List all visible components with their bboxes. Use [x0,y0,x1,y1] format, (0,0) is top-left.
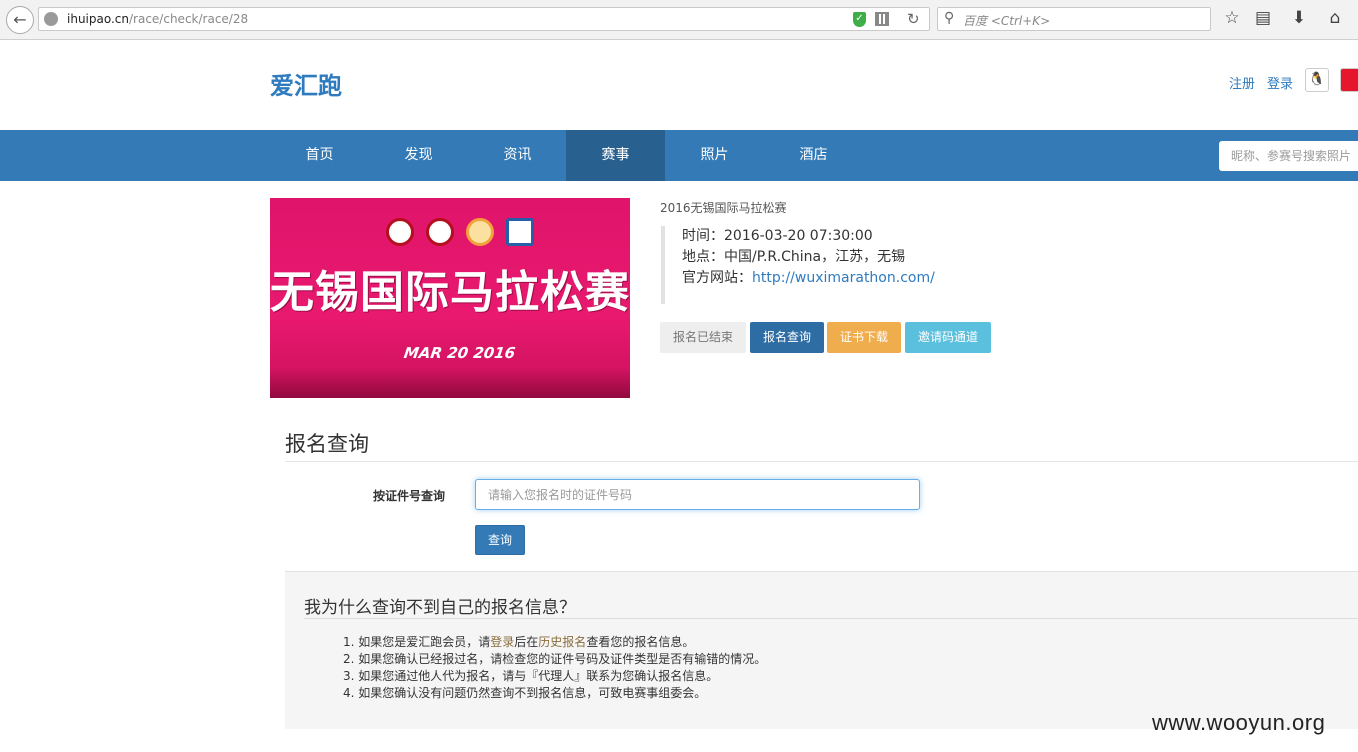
nav-item-home[interactable]: 首页 [270,130,369,181]
divider [304,618,1358,619]
nav-item-photos[interactable]: 照片 [665,130,764,181]
divider [285,461,1358,462]
weibo-icon[interactable] [1340,68,1358,92]
address-bar[interactable]: ihuipao.cn/race/check/race/28 ✓ ↻ [38,7,930,31]
back-icon[interactable]: ← [6,6,34,34]
banner-crowd [270,368,630,398]
id-number-input[interactable] [475,479,920,510]
browser-search-field[interactable]: ⚲ 百度 <Ctrl+K> [937,7,1211,31]
help-item: 4. 如果您确认没有问题仍然查询不到报名信息，可致电赛事组委会。 [343,686,707,700]
help-item: 3. 如果您通过他人代为报名，请与『代理人』联系为您确认报名信息。 [343,669,719,683]
photo-search-input[interactable]: 昵称、参赛号搜索照片 [1219,141,1358,171]
nav-item-hotels[interactable]: 酒店 [764,130,863,181]
race-place: 地点：中国/P.R.China，江苏，无锡 [682,249,906,265]
search-icon: ⚲ [944,10,955,26]
site-logo[interactable]: 爱汇跑 [270,66,342,101]
home-icon[interactable]: ⌂ [1324,8,1346,28]
register-link[interactable]: 注册 [1229,73,1255,92]
watermark: www.wooyun.org [1152,710,1326,735]
help-list: 1. 如果您是爱汇跑会员，请登录后在历史报名查看您的报名信息。 2. 如果您确认… [343,634,766,702]
nav-item-races[interactable]: 赛事 [566,130,665,181]
banner-logos [386,218,546,250]
qq-icon[interactable]: 🐧 [1305,68,1329,92]
official-site-link[interactable]: http://wuximarathon.com/ [752,270,935,286]
login-link[interactable]: 登录 [490,635,514,649]
caa-logo-icon [426,218,454,246]
browser-toolbar: ← ihuipao.cn/race/check/race/28 ✓ ↻ ⚲ 百度… [0,0,1358,40]
race-name: 2016无锡国际马拉松赛 [660,201,787,215]
sponsor-logo-icon [506,218,534,246]
registration-ended-button: 报名已结束 [660,322,746,353]
registration-query-button[interactable]: 报名查询 [750,322,824,353]
emblem-icon [386,218,414,246]
banner-date: MAR 20 2016 [402,344,517,362]
id-field-label: 按证件号查询 [373,489,446,503]
reading-list-icon[interactable]: ▤ [1252,8,1274,28]
shield-icon[interactable]: ✓ [853,12,866,27]
query-submit-button[interactable]: 查询 [475,525,525,555]
history-registration-link[interactable]: 历史报名 [538,635,586,649]
url-text: ihuipao.cn/race/check/race/28 [67,12,249,26]
race-info: 时间：2016-03-20 07:30:00 地点：中国/P.R.China，江… [661,226,991,304]
browser-search-placeholder: 百度 <Ctrl+K> [963,14,1051,28]
login-link[interactable]: 登录 [1267,73,1293,92]
globe-icon [44,12,58,26]
certificate-download-button[interactable]: 证书下载 [827,322,901,353]
qr-icon[interactable] [875,12,889,26]
help-item: 2. 如果您确认已经报过名，请检查您的证件号码及证件类型是否有输错的情况。 [343,652,767,666]
help-title: 我为什么查询不到自己的报名信息？ [304,598,576,618]
help-panel: 我为什么查询不到自己的报名信息？ 1. 如果您是爱汇跑会员，请登录后在历史报名查… [285,571,1358,729]
star-icon[interactable]: ☆ [1221,8,1243,28]
main-nav: 首页 发现 资讯 赛事 照片 酒店 昵称、参赛号搜索照片 [0,130,1358,181]
nav-item-discover[interactable]: 发现 [369,130,468,181]
page-title: 报名查询 [285,432,369,456]
banner-title: 无锡国际马拉松赛 [270,267,630,318]
race-time: 时间：2016-03-20 07:30:00 [682,228,873,244]
runner-logo-icon [466,218,494,246]
invite-code-button[interactable]: 邀请码通道 [905,322,991,353]
reload-icon[interactable]: ↻ [907,10,920,28]
race-banner-image: 无锡国际马拉松赛 MAR 20 2016 [270,198,630,398]
download-icon[interactable]: ⬇ [1288,8,1310,28]
help-item: 1. 如果您是爱汇跑会员，请登录后在历史报名查看您的报名信息。 [343,635,695,649]
race-site: 官方网站：http://wuximarathon.com/ [682,270,935,286]
nav-item-news[interactable]: 资讯 [468,130,567,181]
